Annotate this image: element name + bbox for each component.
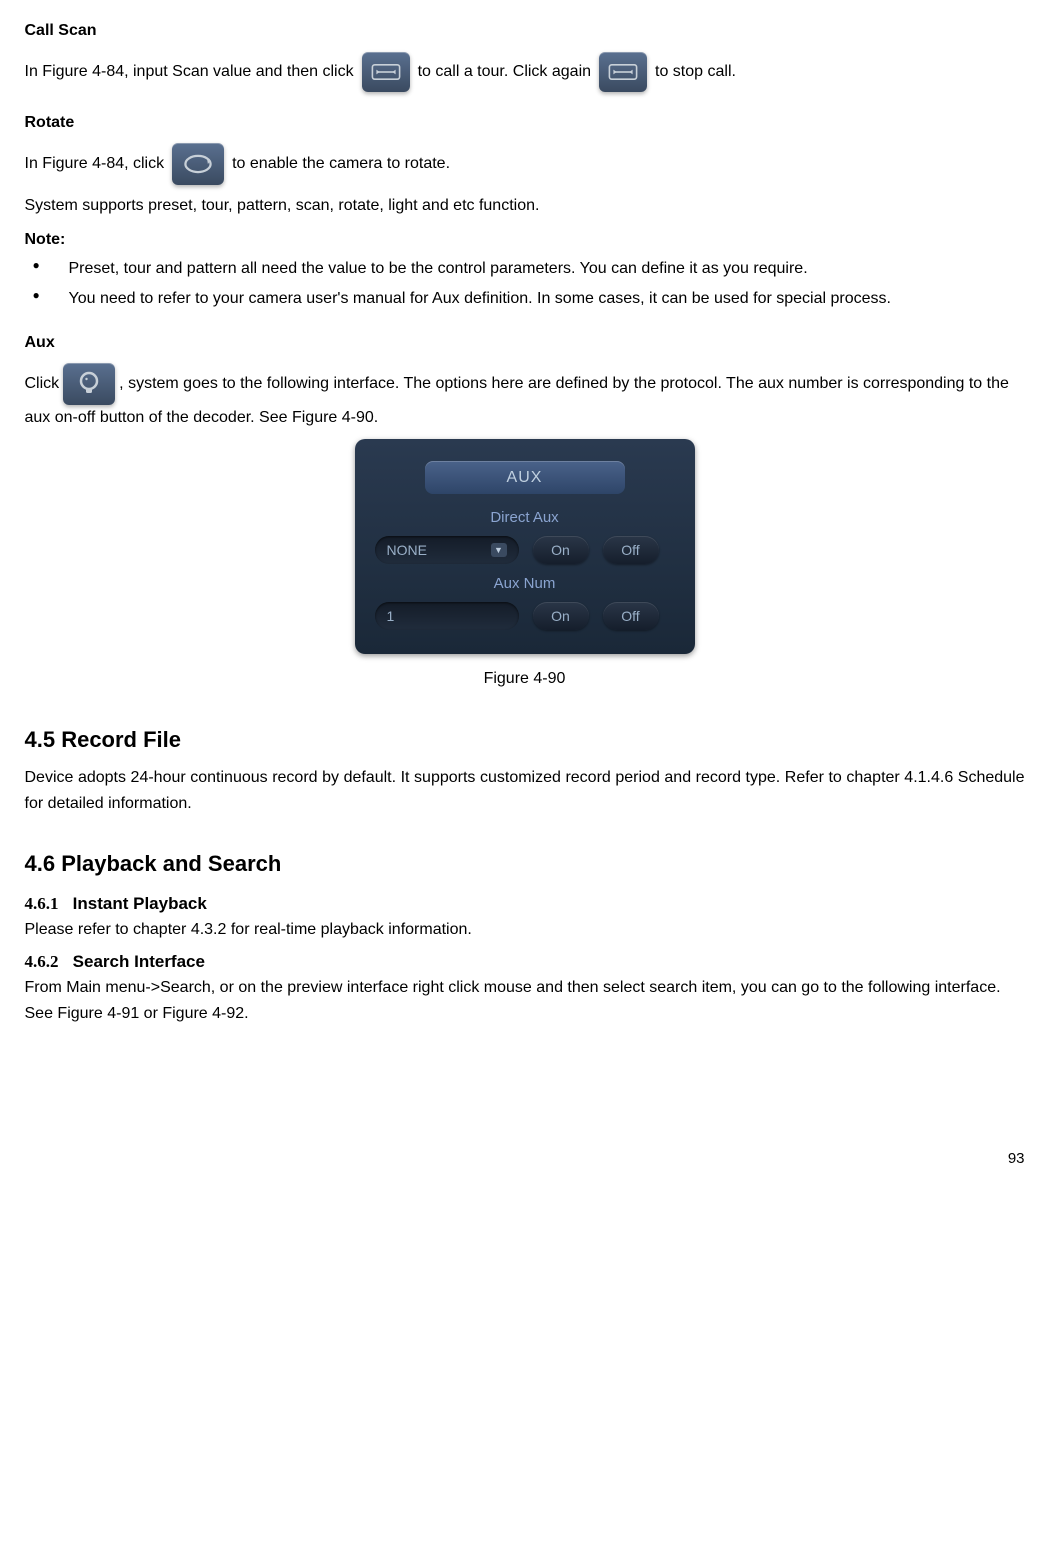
rotate-paragraph: In Figure 4-84, click to enable the came…: [25, 143, 1025, 185]
note-bullet-1: Preset, tour and pattern all need the va…: [49, 256, 1025, 282]
direct-aux-row: NONE ▼ On Off: [355, 532, 695, 568]
note-bullet-2: You need to refer to your camera user's …: [49, 286, 1025, 312]
text-aux-1a: Click: [25, 375, 60, 392]
aux-panel-title: AUX: [425, 461, 625, 495]
aux-num-value: 1: [387, 605, 395, 627]
bulb-icon: [63, 363, 115, 405]
text-scan-3: to stop call.: [655, 59, 736, 85]
rotate-support-text: System supports preset, tour, pattern, s…: [25, 193, 1025, 219]
heading-rotate: Rotate: [25, 110, 1025, 136]
heading-playback-search: 4.6 Playback and Search: [25, 846, 1025, 881]
aux-num-input[interactable]: 1: [375, 602, 519, 630]
text-scan-1: In Figure 4-84, input Scan value and the…: [25, 59, 354, 85]
heading-call-scan: Call Scan: [25, 18, 1025, 44]
page-number: 93: [25, 1147, 1025, 1171]
subsection-title-2: Search Interface: [73, 952, 205, 971]
subsection-num-1: 4.6.1: [25, 894, 59, 913]
direct-aux-value: NONE: [387, 539, 427, 561]
scan-icon: [362, 52, 410, 92]
aux-num-on-button[interactable]: On: [533, 602, 589, 630]
aux-num-off-button[interactable]: Off: [603, 602, 659, 630]
rotate-icon: [172, 143, 224, 185]
heading-record-file: 4.5 Record File: [25, 722, 1025, 757]
heading-search-interface: 4.6.2 Search Interface: [25, 948, 1025, 975]
direct-aux-off-button[interactable]: Off: [603, 536, 659, 564]
record-file-body: Device adopts 24-hour continuous record …: [25, 765, 1025, 816]
heading-note: Note:: [25, 227, 1025, 253]
aux-panel: AUX Direct Aux NONE ▼ On Off Aux Num 1 O…: [355, 439, 695, 655]
aux-num-label: Aux Num: [355, 568, 695, 598]
aux-num-row: 1 On Off: [355, 598, 695, 634]
call-scan-paragraph: In Figure 4-84, input Scan value and the…: [25, 52, 1025, 92]
heading-aux: Aux: [25, 330, 1025, 356]
figure-caption: Figure 4-90: [25, 666, 1025, 692]
direct-aux-select[interactable]: NONE ▼: [375, 536, 519, 564]
search-interface-body: From Main menu->Search, or on the previe…: [25, 975, 1025, 1026]
subsection-title-1: Instant Playback: [73, 894, 207, 913]
text-aux-1b: , system goes to the following interface…: [25, 375, 1009, 426]
text-rotate-1: In Figure 4-84, click: [25, 151, 165, 177]
heading-instant-playback: 4.6.1 Instant Playback: [25, 890, 1025, 917]
direct-aux-on-button[interactable]: On: [533, 536, 589, 564]
text-rotate-2: to enable the camera to rotate.: [232, 151, 450, 177]
instant-playback-body: Please refer to chapter 4.3.2 for real-t…: [25, 917, 1025, 943]
scan-icon: [599, 52, 647, 92]
direct-aux-label: Direct Aux: [355, 502, 695, 532]
subsection-num-2: 4.6.2: [25, 952, 59, 971]
note-list: Preset, tour and pattern all need the va…: [25, 256, 1025, 311]
figure-4-90: AUX Direct Aux NONE ▼ On Off Aux Num 1 O…: [25, 439, 1025, 692]
text-scan-2: to call a tour. Click again: [418, 59, 591, 85]
chevron-down-icon: ▼: [491, 543, 507, 557]
aux-paragraph: Click , system goes to the following int…: [25, 363, 1025, 431]
